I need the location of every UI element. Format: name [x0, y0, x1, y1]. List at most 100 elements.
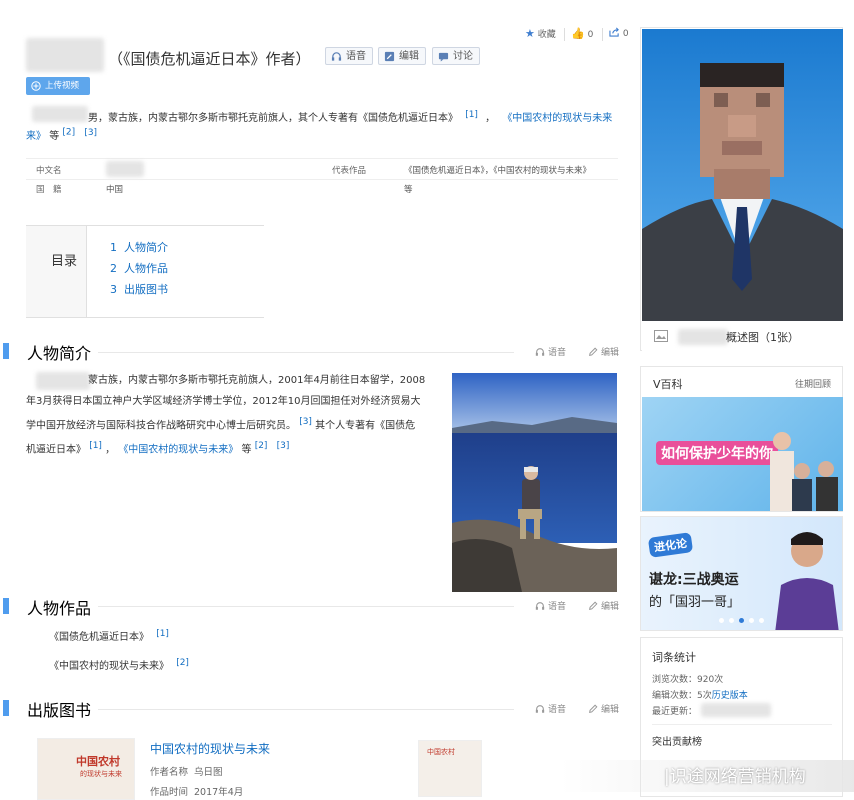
- section-marker: [3, 343, 9, 359]
- lake-photo-image: [452, 373, 617, 592]
- stats-title: 词条统计: [652, 651, 696, 664]
- edit-button-label: 编辑: [399, 51, 419, 62]
- infobox: 中文名 代表作品 《国债危机逼近日本》，《中国农村的现状与未来》 国 籍 中国 …: [26, 152, 618, 200]
- stats-recent: 最近更新：: [652, 707, 698, 717]
- infobox-divider: [26, 158, 618, 159]
- summary-book2-link-tail[interactable]: 来》: [26, 131, 46, 142]
- toc-item[interactable]: 3 出版图书: [110, 281, 168, 297]
- vbaike-more-link[interactable]: 往期回顾: [795, 377, 831, 390]
- like-count: 0: [587, 30, 594, 40]
- infobox-value-redacted: [106, 161, 144, 177]
- bio-ref[interactable]: [2]: [255, 441, 268, 451]
- carousel-dot-active[interactable]: [739, 618, 744, 623]
- portrait-photo[interactable]: [642, 29, 843, 321]
- section-edit-button[interactable]: 编辑: [588, 599, 619, 612]
- book-cover-title: 中国农村: [76, 755, 120, 768]
- infobox-value: 《国债危机逼近日本》，《中国农村的现状与未来》: [404, 166, 592, 176]
- book-author-label: 作者名称: [150, 767, 189, 778]
- thumbs-up-icon: 👍: [571, 27, 585, 40]
- summary-ref-1[interactable]: [1]: [465, 110, 478, 120]
- voice-button-label: 语音: [346, 51, 366, 62]
- voice-label: 语音: [548, 602, 567, 612]
- vbaike-banner-1[interactable]: 如何保护少年的你: [642, 397, 843, 511]
- summary-ref-3[interactable]: [3]: [84, 128, 97, 138]
- table-of-contents: 目录 1 人物简介 2 人物作品 3 出版图书: [26, 225, 264, 318]
- infobox-label: 代表作品: [332, 166, 367, 176]
- bio-line: 蒙古族，内蒙古鄂尔多斯市鄂托克前旗人，2001年4月前往日本留学，2008: [26, 370, 446, 391]
- person-name-redacted: [26, 38, 104, 72]
- favorite-button[interactable]: ★ 收藏: [525, 27, 556, 40]
- bio-photo[interactable]: [452, 373, 617, 592]
- toc-item-num: 3: [110, 283, 117, 296]
- share-count: 0: [622, 29, 629, 39]
- bio-ref[interactable]: [1]: [89, 441, 102, 451]
- summary-ref-2[interactable]: [2]: [62, 128, 75, 138]
- banner-2-title: 谌龙:三战奥运: [649, 572, 739, 588]
- chat-icon: [438, 52, 449, 62]
- carousel-dots[interactable]: [719, 617, 769, 625]
- discuss-button[interactable]: 讨论: [432, 47, 480, 65]
- section-bio-title: 人物简介: [27, 344, 92, 363]
- stats-views: 浏览次数：920次: [652, 675, 724, 685]
- toc-label: 目录: [51, 254, 78, 269]
- history-link[interactable]: 历史版本: [712, 691, 748, 701]
- carousel-dot[interactable]: [749, 618, 754, 623]
- bio-line: 机逼近日本》 [1] ， 《中国农村的现状与未来》 等 [2] [3]: [26, 436, 446, 460]
- pencil-icon: [384, 51, 395, 62]
- section-marker: [3, 700, 9, 716]
- edit-label: 编辑: [601, 348, 620, 358]
- section-voice-button[interactable]: 语音: [535, 599, 566, 612]
- pencil-icon: [589, 704, 598, 713]
- edit-button[interactable]: 编辑: [378, 47, 426, 65]
- toc-item-label: 人物作品: [124, 262, 168, 275]
- album-bar[interactable]: 概述图（1张）: [642, 321, 843, 351]
- vbaike-banner-2[interactable]: 进化论 谌龙:三战奥运 的「国羽一哥」: [640, 516, 843, 631]
- bio-ref[interactable]: [3]: [277, 441, 290, 451]
- book-cover-2[interactable]: 中国农村: [418, 740, 482, 797]
- carousel-dot[interactable]: [759, 618, 764, 623]
- gallery-icon: [654, 330, 668, 342]
- portrait-card: 概述图（1张）: [640, 27, 843, 351]
- stats-edits-text: 编辑次数：5次: [652, 691, 712, 701]
- work-title: 《国债危机逼近日本》: [49, 632, 149, 643]
- discuss-button-label: 讨论: [453, 51, 473, 62]
- summary-book2-link[interactable]: 《中国农村的现状与未来: [502, 113, 612, 124]
- book-title-link[interactable]: 中国农村的现状与未来: [150, 740, 270, 757]
- stats-divider: [652, 724, 832, 725]
- bio-book-link[interactable]: 《中国农村的现状与未来》: [118, 445, 238, 456]
- works-list-item: 《中国农村的现状与未来》 [2]: [49, 657, 189, 672]
- work-ref[interactable]: [1]: [156, 629, 169, 639]
- bio-line: 学中国开放经济与国际科技合作战略研究中心博士后研究员。 [3] 其个人专著有《国…: [26, 412, 446, 436]
- section-edit-button[interactable]: 编辑: [588, 345, 619, 358]
- section-voice-button[interactable]: 语音: [535, 702, 566, 715]
- carousel-dot[interactable]: [729, 618, 734, 623]
- summary-tail: 等: [49, 131, 60, 142]
- toc-item-num: 1: [110, 241, 117, 254]
- carousel-dot[interactable]: [719, 618, 724, 623]
- summary-line-1: 男，蒙古族，内蒙古鄂尔多斯市鄂托克前旗人，其个人专著有《国债危机逼近日本》 [1…: [88, 109, 612, 124]
- bio-line: 年3月获得日本国立神户大学区域经济学博士学位，2012年10月回国担任对外经济贸…: [26, 391, 446, 412]
- album-label: 概述图（1张）: [726, 331, 799, 344]
- section-divider: [98, 352, 514, 353]
- watermark-text: |识途网络营销机构: [664, 767, 806, 787]
- infobox-divider: [26, 179, 618, 180]
- book-cover[interactable]: 中国农村 的现状与未来: [37, 738, 135, 800]
- like-button[interactable]: 👍 0: [571, 27, 593, 40]
- share-button[interactable]: 0: [609, 27, 629, 39]
- section-marker: [3, 598, 9, 614]
- voice-button[interactable]: 语音: [325, 47, 373, 65]
- toc-item[interactable]: 1 人物简介: [110, 239, 168, 255]
- pencil-icon: [589, 347, 598, 356]
- bio-sep: ，: [105, 444, 116, 456]
- infobox-value: 等: [404, 185, 413, 195]
- work-ref[interactable]: [2]: [176, 658, 189, 668]
- section-edit-button[interactable]: 编辑: [588, 702, 619, 715]
- toc-item[interactable]: 2 人物作品: [110, 260, 168, 276]
- toc-item-label: 出版图书: [124, 283, 168, 296]
- edit-label: 编辑: [601, 602, 620, 612]
- banner-1-text: 如何保护少年的你: [656, 441, 778, 465]
- upload-video-button[interactable]: 上传视频: [26, 77, 90, 95]
- bio-ref[interactable]: [3]: [299, 417, 312, 427]
- section-voice-button[interactable]: 语音: [535, 345, 566, 358]
- work-title: 《中国农村的现状与未来》: [49, 661, 169, 672]
